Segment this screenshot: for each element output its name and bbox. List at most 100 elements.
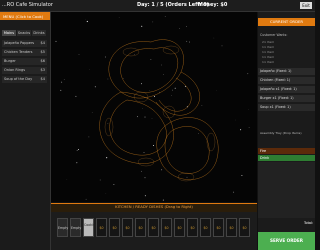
kitchen-title: KITCHEN / READY DISHES (Drag to Right) — [115, 204, 193, 209]
menu-item-name: Onion Rings — [4, 68, 26, 72]
star — [184, 85, 186, 87]
star — [152, 144, 155, 147]
star — [104, 56, 106, 58]
star — [221, 45, 223, 47]
kitchen-slot-label: $0 — [177, 226, 182, 230]
kitchen-slot-label: $0 — [242, 226, 247, 230]
money-display: Money: $0 — [198, 2, 228, 8]
star — [55, 40, 57, 42]
order-line[interactable]: Soup x1 (Fixed: 1) — [258, 104, 315, 111]
kitchen-slot[interactable]: $0 — [148, 218, 159, 237]
menu-title: MENU (Click to Cook) — [3, 14, 44, 19]
tray-item-drink[interactable]: Drink — [258, 155, 315, 161]
tab-snacks[interactable]: Snacks — [17, 30, 31, 36]
star — [161, 169, 163, 171]
star — [186, 40, 188, 42]
kitchen-slot[interactable]: $0 — [213, 218, 224, 237]
menu-item-price: $3 — [40, 68, 45, 72]
kitchen-slot[interactable]: Cooking... — [83, 218, 100, 237]
order-line-label: Jalapeño x1 (Fixed: 1) — [260, 87, 297, 91]
kitchen-slot-label: $0 — [203, 226, 208, 230]
kitchen-slot[interactable]: Empty — [57, 218, 68, 237]
total-label: Total: — [304, 221, 314, 225]
serve-order-button[interactable]: SERVE ORDER — [258, 232, 315, 250]
kitchen-slot[interactable]: $0 — [174, 218, 185, 237]
menu-item-price: $4 — [40, 77, 45, 81]
tray-drop-area[interactable] — [258, 162, 315, 218]
kitchen-slot-label: $0 — [190, 226, 195, 230]
star — [61, 81, 63, 83]
menu-item[interactable]: Burger $6 — [2, 58, 47, 65]
order-line[interactable]: Jalapeño (Fixed: 1) — [258, 68, 315, 75]
kitchen-slot-label: $0 — [151, 226, 156, 230]
tray-item-fire[interactable]: Fire — [258, 148, 315, 154]
kitchen-slot[interactable]: $0 — [161, 218, 172, 237]
star — [159, 91, 161, 93]
kitchen-slot[interactable]: $0 — [96, 218, 107, 237]
menu-item-name: Chicken Tenders — [4, 50, 33, 54]
menu-item[interactable]: Chicken Tenders $5 — [2, 49, 47, 56]
kitchen-slot[interactable]: $0 — [122, 218, 133, 237]
kitchen-slot-label: Empty — [71, 226, 82, 230]
star — [164, 16, 166, 17]
knot-viewport[interactable] — [51, 12, 257, 202]
order-line-label: Soup x1 (Fixed: 1) — [260, 105, 291, 109]
menu-item[interactable]: Soup of the Day $4 — [2, 76, 47, 83]
star — [144, 195, 146, 197]
star — [99, 179, 101, 181]
star — [141, 25, 143, 27]
star — [186, 26, 187, 27]
star — [201, 105, 203, 106]
menu-item[interactable]: Jalapeño Poppers $4 — [2, 40, 47, 47]
star — [75, 95, 77, 97]
star — [248, 127, 250, 129]
star-field — [55, 16, 250, 201]
kitchen-slot[interactable]: $0 — [226, 218, 237, 237]
menu-item[interactable]: Onion Rings $3 — [2, 67, 47, 74]
kitchen-slot[interactable]: $0 — [200, 218, 211, 237]
order-line[interactable]: Jalapeño x1 (Fixed: 1) — [258, 86, 315, 93]
kitchen-slot[interactable]: $0 — [187, 218, 198, 237]
star — [94, 86, 96, 88]
order-line[interactable]: Burger x1 (Fixed: 1) — [258, 95, 315, 102]
star — [152, 21, 154, 23]
kitchen-slot-label: Empty — [58, 226, 69, 230]
kitchen-slot[interactable]: $0 — [135, 218, 146, 237]
star — [153, 95, 156, 97]
wireframe-rings — [104, 45, 216, 182]
kitchen-slot-label: $0 — [216, 226, 221, 230]
star — [144, 177, 146, 179]
star — [188, 41, 190, 43]
tab-drinks[interactable]: Drinks — [32, 30, 46, 36]
kitchen-slot[interactable]: $0 — [239, 218, 250, 237]
star — [161, 64, 162, 66]
star — [143, 152, 145, 153]
star — [141, 83, 142, 85]
star — [88, 136, 90, 138]
star — [198, 133, 200, 134]
want-item: 1× Item — [262, 55, 275, 59]
kitchen-slot[interactable]: $0 — [109, 218, 120, 237]
star — [86, 20, 88, 23]
menu-item-price: $4 — [40, 41, 45, 45]
star — [63, 79, 65, 80]
exit-button[interactable]: Exit — [300, 2, 312, 9]
tab-mains[interactable]: Mains — [2, 30, 16, 36]
app-title: ...RO Cafe Simulator — [2, 2, 53, 8]
tray-item-label: Drink — [260, 156, 270, 160]
order-title: CURRENT ORDER — [269, 19, 304, 24]
star — [78, 149, 80, 150]
knot-render — [55, 16, 250, 201]
star — [162, 199, 164, 201]
order-line[interactable]: Chicken (Fixed: 1) — [258, 77, 315, 84]
kitchen-slot-label: $0 — [112, 226, 117, 230]
kitchen-slot-label: $0 — [125, 226, 130, 230]
star — [179, 28, 180, 29]
star — [141, 170, 142, 172]
star — [151, 118, 153, 119]
star — [163, 74, 164, 76]
menu-item-name: Burger — [4, 59, 16, 63]
customer-wants-label: Customer Wants: — [260, 33, 288, 37]
menu-item-name: Soup of the Day — [4, 77, 33, 81]
kitchen-slot[interactable]: Empty — [70, 218, 81, 237]
